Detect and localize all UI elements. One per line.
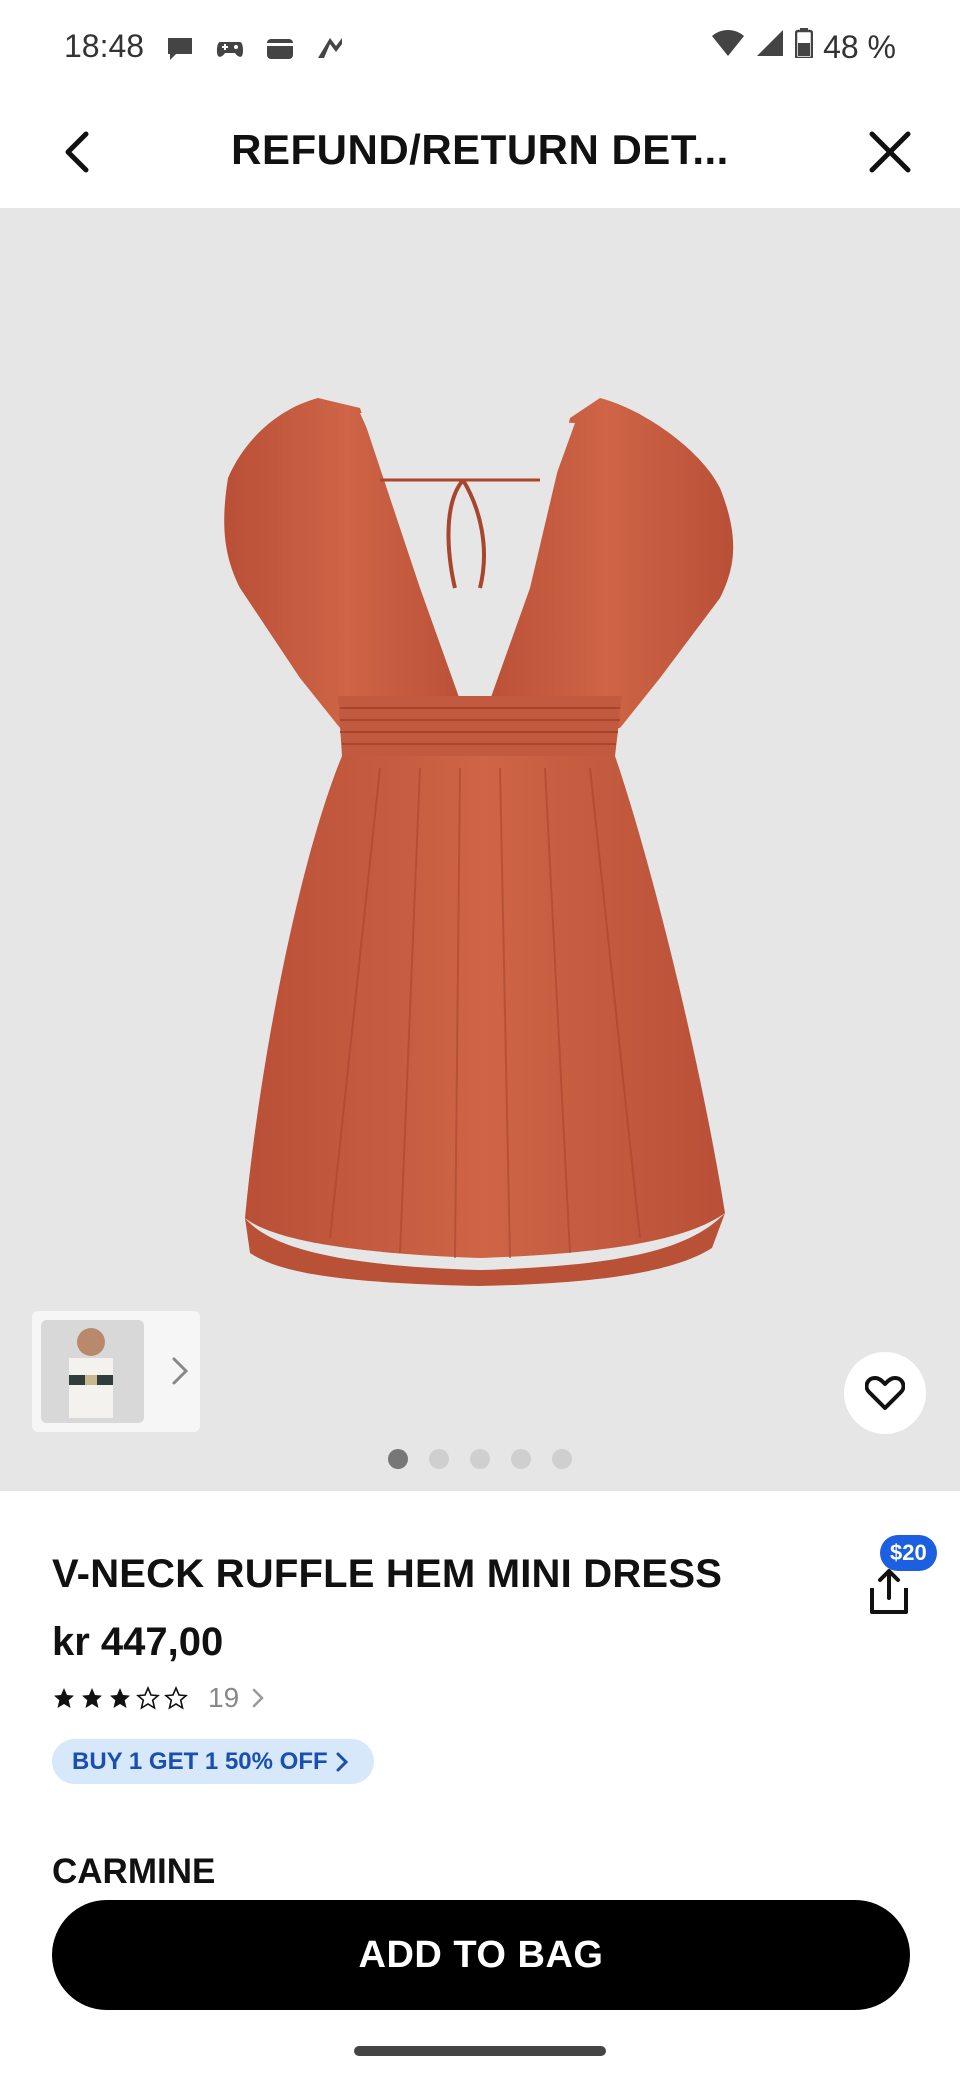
star-rating	[52, 1686, 188, 1710]
chevron-right-icon	[252, 1688, 264, 1708]
home-indicator[interactable]	[354, 2046, 606, 2056]
page-dot[interactable]	[429, 1449, 449, 1469]
heart-icon	[865, 1376, 905, 1410]
product-image	[224, 398, 734, 1286]
status-app-icons	[164, 32, 346, 64]
rating-row[interactable]: 19	[52, 1682, 267, 1714]
battery-percent: 48 %	[823, 28, 896, 65]
wallet-icon	[264, 32, 296, 64]
battery-icon	[794, 28, 814, 66]
game-controller-icon	[214, 32, 246, 64]
star-empty-icon	[164, 1686, 188, 1710]
product-title: V-NECK RUFFLE HEM MINI DRESS	[52, 1552, 723, 1596]
color-label: CARMINE	[52, 1852, 216, 1891]
page-dot[interactable]	[388, 1449, 408, 1469]
product-image-gallery[interactable]	[0, 208, 960, 1491]
thumbnail-image	[41, 1320, 144, 1423]
promo-badge[interactable]: BUY 1 GET 1 50% OFF	[52, 1739, 374, 1784]
chevron-right-icon	[162, 1351, 198, 1391]
page-dot[interactable]	[470, 1449, 490, 1469]
page-dot[interactable]	[511, 1449, 531, 1469]
star-empty-icon	[136, 1686, 160, 1710]
star-filled-icon	[110, 1688, 130, 1708]
chevron-left-icon	[65, 131, 89, 173]
top-nav: REFUND/RETURN DET...	[0, 96, 960, 209]
wifi-icon	[711, 28, 745, 66]
star-filled-icon	[82, 1688, 102, 1708]
status-bar: 18:48 48 %	[0, 0, 960, 96]
page-title: REFUND/RETURN DET...	[231, 126, 729, 173]
wishlist-button[interactable]	[844, 1352, 926, 1434]
review-count: 19	[208, 1682, 240, 1713]
share-reward-badge: $20	[880, 1535, 937, 1571]
promo-text: BUY 1 GET 1 50% OFF	[72, 1747, 328, 1775]
alt-image-thumbnail[interactable]	[32, 1311, 200, 1432]
add-to-bag-button[interactable]: ADD TO BAG	[52, 1900, 910, 2010]
status-time: 18:48	[64, 28, 145, 64]
status-system: 48 %	[711, 28, 896, 66]
close-button[interactable]	[860, 122, 920, 182]
gallery-pagination	[0, 1449, 960, 1469]
messages-icon	[164, 32, 196, 64]
product-price: kr 447,00	[52, 1620, 224, 1664]
page-dot[interactable]	[552, 1449, 572, 1469]
close-icon	[869, 131, 911, 173]
signal-icon	[755, 28, 785, 66]
star-filled-icon	[54, 1688, 74, 1708]
chevron-right-icon	[336, 1752, 348, 1771]
back-button[interactable]	[52, 124, 108, 180]
nav-arrow-icon	[314, 32, 346, 64]
